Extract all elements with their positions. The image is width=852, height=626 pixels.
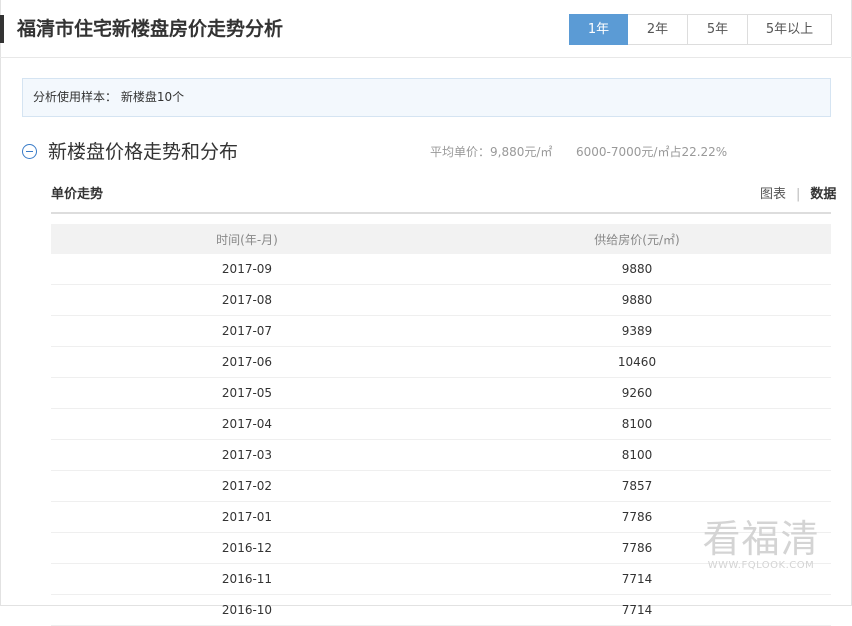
cell-price: 7714 — [443, 594, 831, 626]
table-row: 2016-12 7786 — [51, 532, 831, 564]
table-row: 2017-05 9260 — [51, 377, 831, 409]
view-chart-link[interactable]: 图表 — [760, 187, 786, 202]
cell-month: 2016-11 — [51, 563, 443, 595]
view-toggle: 图表 | 数据 — [760, 186, 836, 204]
cell-month: 2017-07 — [51, 315, 443, 347]
panel-divider — [51, 212, 831, 214]
cell-month: 2016-10 — [51, 594, 443, 626]
cell-price: 8100 — [443, 408, 831, 440]
section-title: 新楼盘价格走势和分布 — [48, 141, 239, 163]
cell-price: 7786 — [443, 532, 831, 564]
column-header-price: 供给房价(元/㎡) — [443, 224, 831, 254]
cell-price: 8100 — [443, 439, 831, 471]
table-row: 2016-11 7714 — [51, 563, 831, 595]
page-header: 福清市住宅新楼盘房价走势分析 1年 2年 5年 5年以上 — [0, 0, 852, 58]
table-row: 2017-04 8100 — [51, 408, 831, 440]
table-row: 2017-03 8100 — [51, 439, 831, 471]
page-title: 福清市住宅新楼盘房价走势分析 — [17, 18, 284, 40]
cell-price: 9880 — [443, 254, 831, 285]
sample-info-text: 分析使用样本： 新楼盘10个 — [33, 90, 185, 104]
cell-price: 10460 — [443, 346, 831, 378]
cell-price: 9880 — [443, 284, 831, 316]
cell-month: 2017-03 — [51, 439, 443, 471]
table-row: 2016-10 7714 — [51, 594, 831, 626]
cell-price: 7857 — [443, 470, 831, 502]
table-row: 2017-06 10460 — [51, 346, 831, 378]
cell-month: 2017-08 — [51, 284, 443, 316]
average-price-stat: 平均单价：9,880元/㎡ — [430, 145, 553, 159]
table-row: 2017-02 7857 — [51, 470, 831, 502]
cell-month: 2017-09 — [51, 254, 443, 285]
tab-5-years[interactable]: 5年 — [687, 14, 748, 45]
cell-month: 2017-01 — [51, 501, 443, 533]
price-trend-subtitle: 单价走势 — [51, 187, 104, 202]
table-row: 2017-08 9880 — [51, 284, 831, 316]
cell-month: 2017-04 — [51, 408, 443, 440]
table-body: 2017-09 9880 2017-08 9880 2017-07 9389 2017-06… — [51, 254, 831, 626]
title-accent-bar — [0, 15, 4, 43]
collapse-minus-icon[interactable] — [22, 144, 37, 159]
cell-month: 2017-06 — [51, 346, 443, 378]
table-header-row: 时间(年-月) 供给房价(元/㎡) — [51, 224, 831, 254]
cell-price: 7786 — [443, 501, 831, 533]
table-row: 2017-01 7786 — [51, 501, 831, 533]
view-data-link[interactable]: 数据 — [810, 187, 836, 202]
tab-1-year[interactable]: 1年 — [569, 14, 628, 45]
time-range-tabs: 1年 2年 5年 5年以上 — [569, 14, 832, 45]
price-trend-table: 时间(年-月) 供给房价(元/㎡) 2017-09 9880 2017-08 9880… — [51, 224, 831, 626]
view-toggle-divider: | — [796, 187, 801, 202]
column-header-time: 时间(年-月) — [51, 224, 443, 254]
cell-month: 2016-12 — [51, 532, 443, 564]
cell-price: 9260 — [443, 377, 831, 409]
table-row: 2017-09 9880 — [51, 254, 831, 285]
price-range-share-stat: 6000-7000元/㎡占22.22% — [576, 145, 728, 159]
sample-info-box: 分析使用样本： 新楼盘10个 — [22, 78, 831, 117]
table-row: 2017-07 9389 — [51, 315, 831, 347]
cell-month: 2017-02 — [51, 470, 443, 502]
tab-over-5-years[interactable]: 5年以上 — [747, 14, 832, 45]
cell-price: 7714 — [443, 563, 831, 595]
cell-price: 9389 — [443, 315, 831, 347]
cell-month: 2017-05 — [51, 377, 443, 409]
tab-2-years[interactable]: 2年 — [627, 14, 688, 45]
